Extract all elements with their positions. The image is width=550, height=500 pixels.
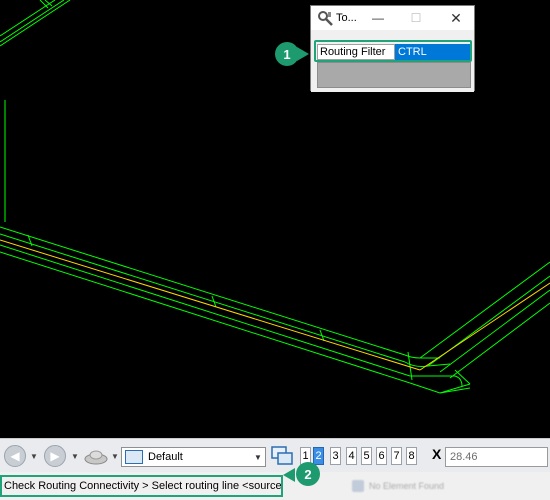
view-attributes-select[interactable]: Default ▼ [121,447,266,467]
chevron-down-icon: ▼ [111,451,119,461]
command-prompt: Check Routing Connectivity > Select rout… [0,475,283,497]
coordinate-axis-label: X [432,446,442,462]
chevron-down-icon: ▼ [254,452,262,462]
view-button-3[interactable]: 3 [330,447,341,465]
back-dropdown[interactable]: ▼ [30,446,38,466]
tool-window-title: To... [336,12,357,24]
wrench-icon [316,9,334,27]
status-message-text: No Element Found [369,481,445,491]
chevron-down-icon: ▼ [30,451,38,461]
arrow-right-icon: ▶ [50,449,60,463]
display-style-button[interactable] [83,446,109,466]
view-button-8[interactable]: 8 [406,447,417,465]
tool-window-empty-area [317,62,471,88]
view-windows-icon [271,446,293,465]
callout-2: 2 [296,462,320,486]
callout-2-pointer [283,468,295,482]
arrow-left-icon: ◀ [10,449,20,463]
callout-1: 1 [275,42,299,66]
view-button-2[interactable]: 2 [313,447,324,465]
callout-1-label: 1 [283,46,291,62]
minimize-button[interactable]: — [363,6,393,30]
view-button-7[interactable]: 7 [391,447,402,465]
routing-filter-highlight [314,40,472,62]
callout-1-pointer [297,47,309,61]
callout-2-label: 2 [304,466,312,482]
view-select-value: Default [148,451,183,463]
tool-window-titlebar[interactable]: To... — ☐ ✕ [311,6,474,30]
view-groups-button[interactable] [270,444,294,468]
view-button-4[interactable]: 4 [346,447,357,465]
display-style-icon [84,450,108,465]
minimize-icon: — [372,11,384,25]
maximize-button[interactable]: ☐ [401,6,431,30]
maximize-icon: ☐ [410,11,422,25]
status-icon [352,480,364,492]
back-button[interactable]: ◀ [4,445,26,467]
view-button-6[interactable]: 6 [376,447,387,465]
forward-button[interactable]: ▶ [44,445,66,467]
view-button-5[interactable]: 5 [361,447,372,465]
chevron-down-icon: ▼ [71,451,79,461]
coordinate-x-field[interactable]: 28.46 [445,447,548,467]
forward-dropdown[interactable]: ▼ [71,446,79,466]
status-message: No Element Found [352,477,472,495]
close-button[interactable]: ✕ [441,6,471,30]
view-icon [125,450,143,464]
close-icon: ✕ [450,9,462,26]
display-style-dropdown[interactable]: ▼ [111,446,119,466]
